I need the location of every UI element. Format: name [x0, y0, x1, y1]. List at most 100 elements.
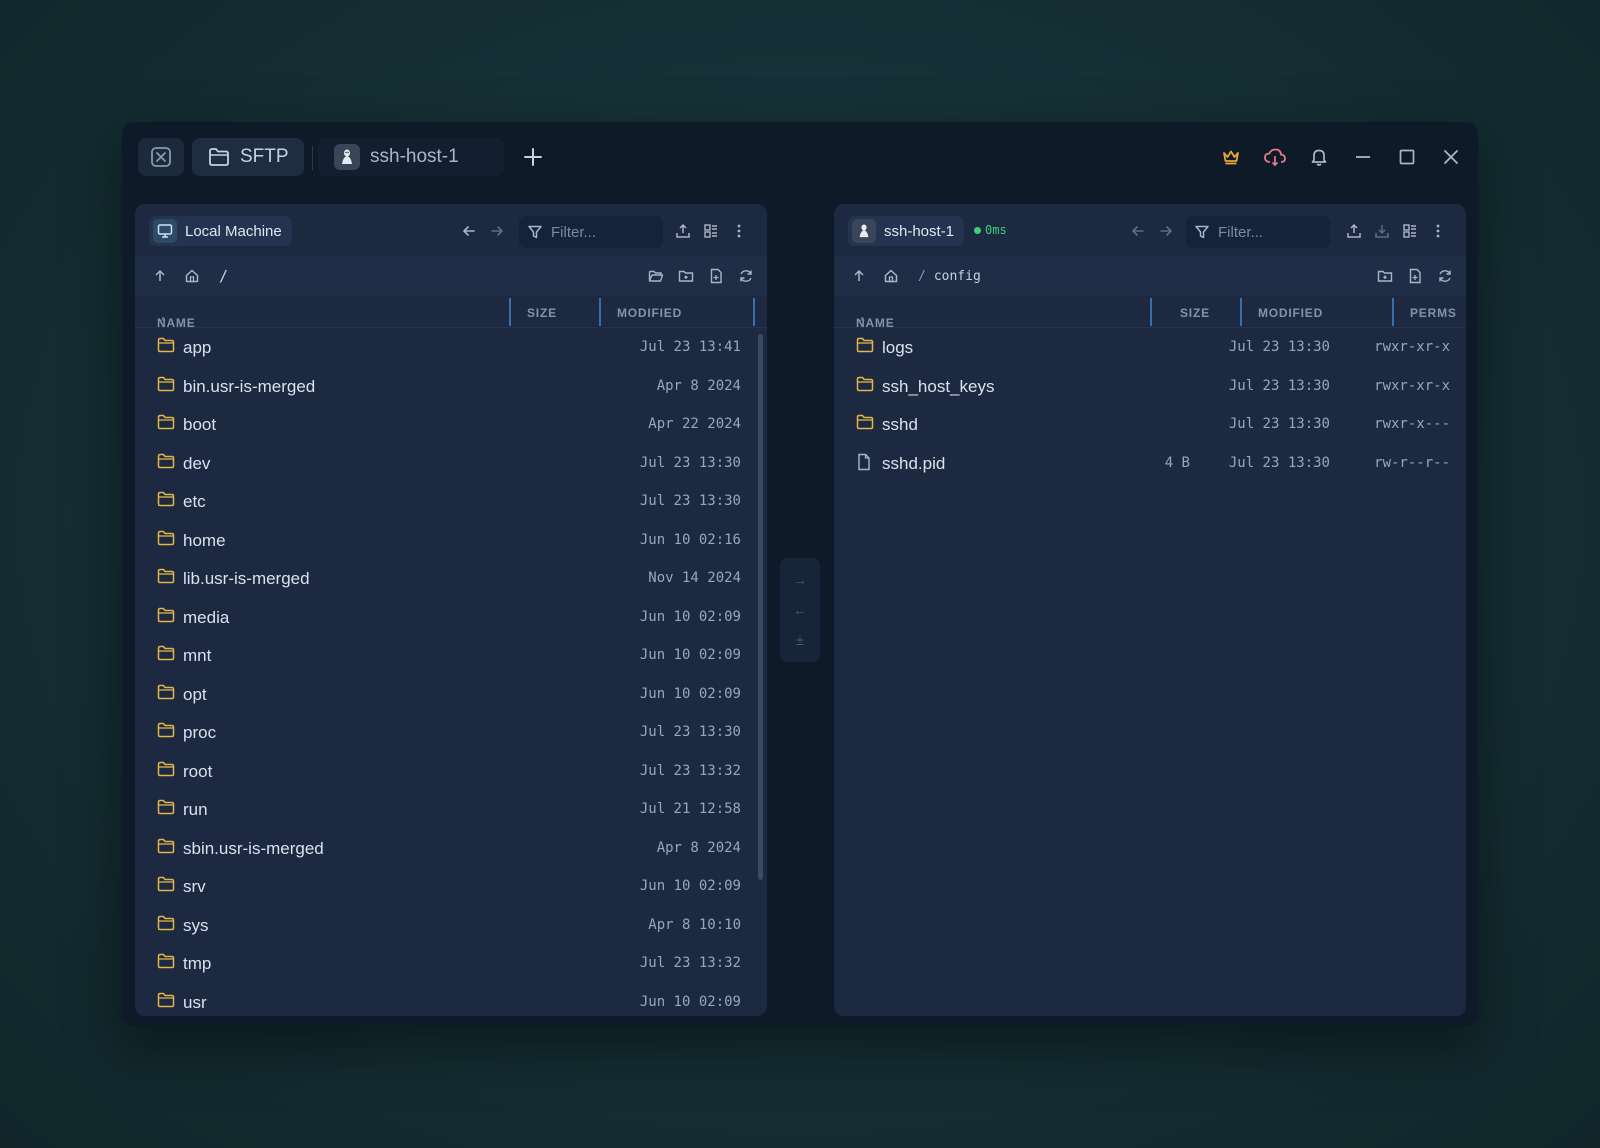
folder-icon	[208, 147, 230, 167]
remote-host-selector[interactable]: ssh-host-1	[848, 216, 965, 246]
col-resize-handle[interactable]	[1392, 298, 1394, 326]
file-row[interactable]: home Jun 10 02:16	[135, 521, 767, 560]
remote-pane: ssh-host-1 0ms Filter... / config NAME ^…	[834, 204, 1466, 1016]
sort-asc-icon: ^	[860, 316, 866, 325]
download-icon[interactable]	[1368, 218, 1396, 244]
file-row[interactable]: mnt Jun 10 02:09	[135, 636, 767, 675]
file-modified: Jul 23 13:30	[639, 724, 741, 740]
more-options-icon[interactable]	[1424, 218, 1452, 244]
local-filter[interactable]	[519, 216, 663, 248]
upload-icon[interactable]	[1340, 218, 1368, 244]
file-row[interactable]: opt Jun 10 02:09	[135, 675, 767, 714]
remote-filter[interactable]	[1186, 216, 1330, 248]
home-icon[interactable]	[179, 264, 205, 288]
new-file-icon[interactable]	[703, 264, 729, 288]
file-row[interactable]: usr Jun 10 02:09	[135, 983, 767, 1017]
parent-dir-icon[interactable]	[846, 264, 872, 288]
transfer-to-local-button[interactable]: ←	[793, 602, 807, 618]
col-modified-header[interactable]: MODIFIED	[1258, 306, 1323, 320]
breadcrumb-root[interactable]: /	[219, 267, 228, 285]
new-file-icon[interactable]	[1402, 264, 1428, 288]
file-row[interactable]: app Jul 23 13:41	[135, 328, 767, 367]
folder-icon	[157, 838, 175, 856]
file-row[interactable]: sshd.pid 4 B Jul 23 13:30 rw-r--r--	[834, 444, 1466, 483]
maximize-icon[interactable]	[1394, 144, 1420, 170]
file-row[interactable]: boot Apr 22 2024	[135, 405, 767, 444]
folder-icon	[856, 376, 874, 394]
tab-ssh-host-1[interactable]: ssh-host-1	[318, 138, 504, 176]
parent-dir-icon[interactable]	[147, 264, 173, 288]
local-filter-input[interactable]	[551, 223, 651, 241]
file-row[interactable]: etc Jul 23 13:30	[135, 482, 767, 521]
file-row[interactable]: media Jun 10 02:09	[135, 598, 767, 637]
refresh-icon[interactable]	[1432, 264, 1458, 288]
new-folder-icon[interactable]	[1372, 264, 1398, 288]
folder-icon	[157, 530, 175, 548]
tab-sftp[interactable]: SFTP	[192, 138, 304, 176]
latency-value: 0ms	[985, 223, 1007, 237]
file-row[interactable]: logs Jul 23 13:30 rwxr-xr-x	[834, 328, 1466, 367]
remote-column-headers: NAME ^ SIZE MODIFIED PERMS	[834, 296, 1466, 330]
more-options-icon[interactable]	[725, 218, 753, 244]
local-scrollbar[interactable]	[758, 334, 763, 880]
file-name: sshd.pid	[882, 453, 946, 473]
file-row[interactable]: tmp Jul 23 13:32	[135, 944, 767, 983]
forward-arrow-icon[interactable]	[483, 218, 511, 244]
local-machine-label: Local Machine	[185, 222, 282, 240]
file-row[interactable]: proc Jul 23 13:30	[135, 713, 767, 752]
file-row[interactable]: sys Apr 8 10:10	[135, 906, 767, 945]
col-resize-handle[interactable]	[509, 298, 511, 326]
col-size-header[interactable]: SIZE	[1180, 306, 1210, 320]
file-name: bin.usr-is-merged	[183, 376, 316, 396]
col-resize-handle[interactable]	[599, 298, 601, 326]
file-row[interactable]: bin.usr-is-merged Apr 8 2024	[135, 367, 767, 406]
breadcrumb[interactable]: /	[219, 267, 228, 285]
col-modified-header[interactable]: MODIFIED	[617, 306, 682, 320]
file-size: 4 B	[1164, 454, 1190, 471]
file-row[interactable]: lib.usr-is-merged Nov 14 2024	[135, 559, 767, 598]
minimize-icon[interactable]	[1350, 144, 1376, 170]
back-arrow-icon[interactable]	[1124, 218, 1152, 244]
file-modified: Jul 23 13:41	[639, 339, 741, 355]
crown-icon[interactable]	[1218, 144, 1244, 170]
cloud-sync-icon[interactable]	[1262, 144, 1288, 170]
back-arrow-icon[interactable]	[455, 218, 483, 244]
file-row[interactable]: sbin.usr-is-merged Apr 8 2024	[135, 829, 767, 868]
local-action-group	[669, 218, 753, 244]
linux-icon	[334, 144, 360, 170]
col-perms-header[interactable]: PERMS	[1410, 306, 1457, 320]
sync-button[interactable]: ±	[796, 632, 804, 648]
upload-icon[interactable]	[669, 218, 697, 244]
file-row[interactable]: root Jul 23 13:32	[135, 752, 767, 791]
close-icon[interactable]	[1438, 144, 1464, 170]
open-folder-icon[interactable]	[643, 264, 669, 288]
file-row[interactable]: sshd Jul 23 13:30 rwxr-x---	[834, 405, 1466, 444]
col-size-header[interactable]: SIZE	[527, 306, 557, 320]
forward-arrow-icon[interactable]	[1152, 218, 1180, 244]
breadcrumb-segment[interactable]: config	[934, 269, 981, 284]
close-tab-button[interactable]	[138, 138, 184, 176]
remote-path-bar: / config	[834, 256, 1466, 296]
file-row[interactable]: dev Jul 23 13:30	[135, 444, 767, 483]
filter-icon	[1194, 224, 1210, 240]
new-tab-button[interactable]	[520, 144, 546, 170]
file-name: sys	[183, 915, 209, 935]
col-resize-handle[interactable]	[1240, 298, 1242, 326]
view-toggle-icon[interactable]	[1396, 218, 1424, 244]
local-machine-selector[interactable]: Local Machine	[149, 216, 292, 246]
transfer-to-remote-button[interactable]: →	[793, 572, 807, 588]
col-resize-handle[interactable]	[753, 298, 755, 326]
file-row[interactable]: ssh_host_keys Jul 23 13:30 rwxr-xr-x	[834, 367, 1466, 406]
file-modified: Jul 23 13:30	[639, 493, 741, 509]
remote-filter-input[interactable]	[1218, 223, 1318, 241]
view-toggle-icon[interactable]	[697, 218, 725, 244]
col-resize-handle[interactable]	[1150, 298, 1152, 326]
file-row[interactable]: srv Jun 10 02:09	[135, 867, 767, 906]
folder-icon	[856, 414, 874, 432]
remote-pane-header: ssh-host-1 0ms	[834, 204, 1466, 256]
bell-icon[interactable]	[1306, 144, 1332, 170]
file-row[interactable]: run Jul 21 12:58	[135, 790, 767, 829]
refresh-icon[interactable]	[733, 264, 759, 288]
home-icon[interactable]	[878, 264, 904, 288]
new-folder-icon[interactable]	[673, 264, 699, 288]
